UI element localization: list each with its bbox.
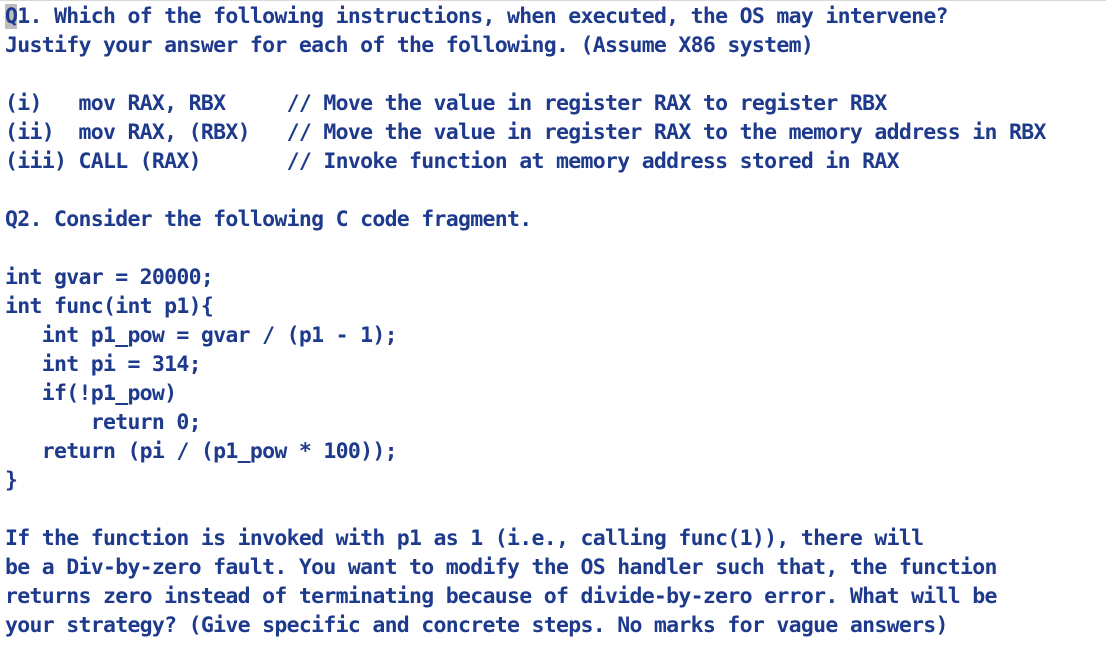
code-line-7: return (pi / (p1_pow * 100)); <box>5 439 398 464</box>
window-top-border <box>0 0 1106 1</box>
code-line-4: int pi = 314; <box>5 352 202 377</box>
text-line-6: (iii) CALL (RAX) // Invoke function at m… <box>5 149 900 174</box>
text-line-3 <box>5 60 1105 89</box>
text-line-2: Justify your answer for each of the foll… <box>5 33 814 58</box>
text-line-14: your strategy? (Give specific and concre… <box>5 613 948 638</box>
text-line-5: (ii) mov RAX, (RBX) // Move the value in… <box>5 120 1046 145</box>
code-line-3: int p1_pow = gvar / (p1 - 1); <box>5 323 398 348</box>
code-line-1: int gvar = 20000; <box>5 265 214 290</box>
code-line-2: int func(int p1){ <box>5 294 214 319</box>
code-line-8: } <box>5 468 18 493</box>
text-line-4: (i) mov RAX, RBX // Move the value in re… <box>5 91 887 116</box>
text-line-13: returns zero instead of terminating beca… <box>5 584 997 609</box>
text-line-8: Q2. Consider the following C code fragme… <box>5 207 532 232</box>
text-line-7 <box>5 176 1105 205</box>
text-line-12: be a Div-by-zero fault. You want to modi… <box>5 555 997 580</box>
text-line-1: Q1. Which of the following instructions,… <box>5 4 949 29</box>
code-line-5: if(!p1_pow) <box>5 381 177 406</box>
text-line-9 <box>5 234 1105 263</box>
text-cursor: Q <box>5 4 18 29</box>
code-line-6: return 0; <box>5 410 202 435</box>
text-editor[interactable]: Q1. Which of the following instructions,… <box>5 2 1105 640</box>
text-line-11: If the function is invoked with p1 as 1 … <box>5 526 924 551</box>
text-line-10 <box>5 495 1105 524</box>
